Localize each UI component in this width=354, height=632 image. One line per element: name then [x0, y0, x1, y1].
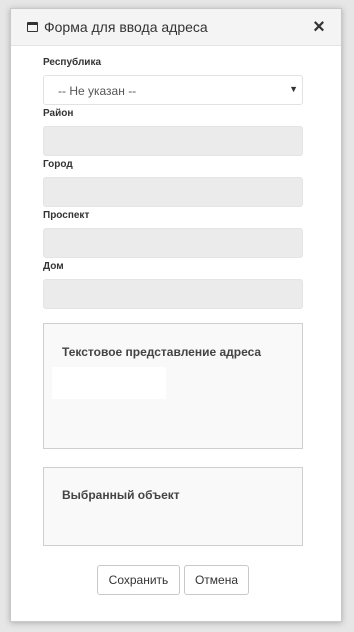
- address-form-dialog: Форма для ввода адреса × Республика -- Н…: [10, 8, 342, 622]
- house-field: [43, 279, 303, 309]
- close-icon[interactable]: ×: [309, 17, 329, 37]
- avenue-field: [43, 228, 303, 258]
- republic-select-value: -- Не указан --: [58, 84, 137, 98]
- city-label: Город: [43, 159, 73, 170]
- chevron-down-icon: ▼: [289, 84, 298, 94]
- save-button[interactable]: Сохранить: [97, 565, 180, 595]
- house-label: Дом: [43, 261, 64, 272]
- republic-label: Республика: [43, 57, 102, 68]
- window-icon: [27, 22, 38, 32]
- selected-object-panel: Выбранный объект: [43, 467, 303, 546]
- address-text-area: [52, 367, 166, 399]
- cancel-button[interactable]: Отмена: [184, 565, 249, 595]
- city-field: [43, 177, 303, 207]
- selected-object-panel-title: Выбранный объект: [62, 488, 180, 502]
- republic-select[interactable]: -- Не указан -- ▼: [43, 75, 303, 105]
- dialog-title: Форма для ввода адреса: [44, 19, 208, 35]
- address-text-panel: Текстовое представление адреса: [43, 323, 303, 449]
- address-text-panel-title: Текстовое представление адреса: [62, 345, 262, 359]
- dialog-titlebar[interactable]: Форма для ввода адреса ×: [11, 9, 341, 46]
- district-field: [43, 126, 303, 156]
- avenue-label: Проспект: [43, 210, 90, 221]
- district-label: Район: [43, 108, 74, 119]
